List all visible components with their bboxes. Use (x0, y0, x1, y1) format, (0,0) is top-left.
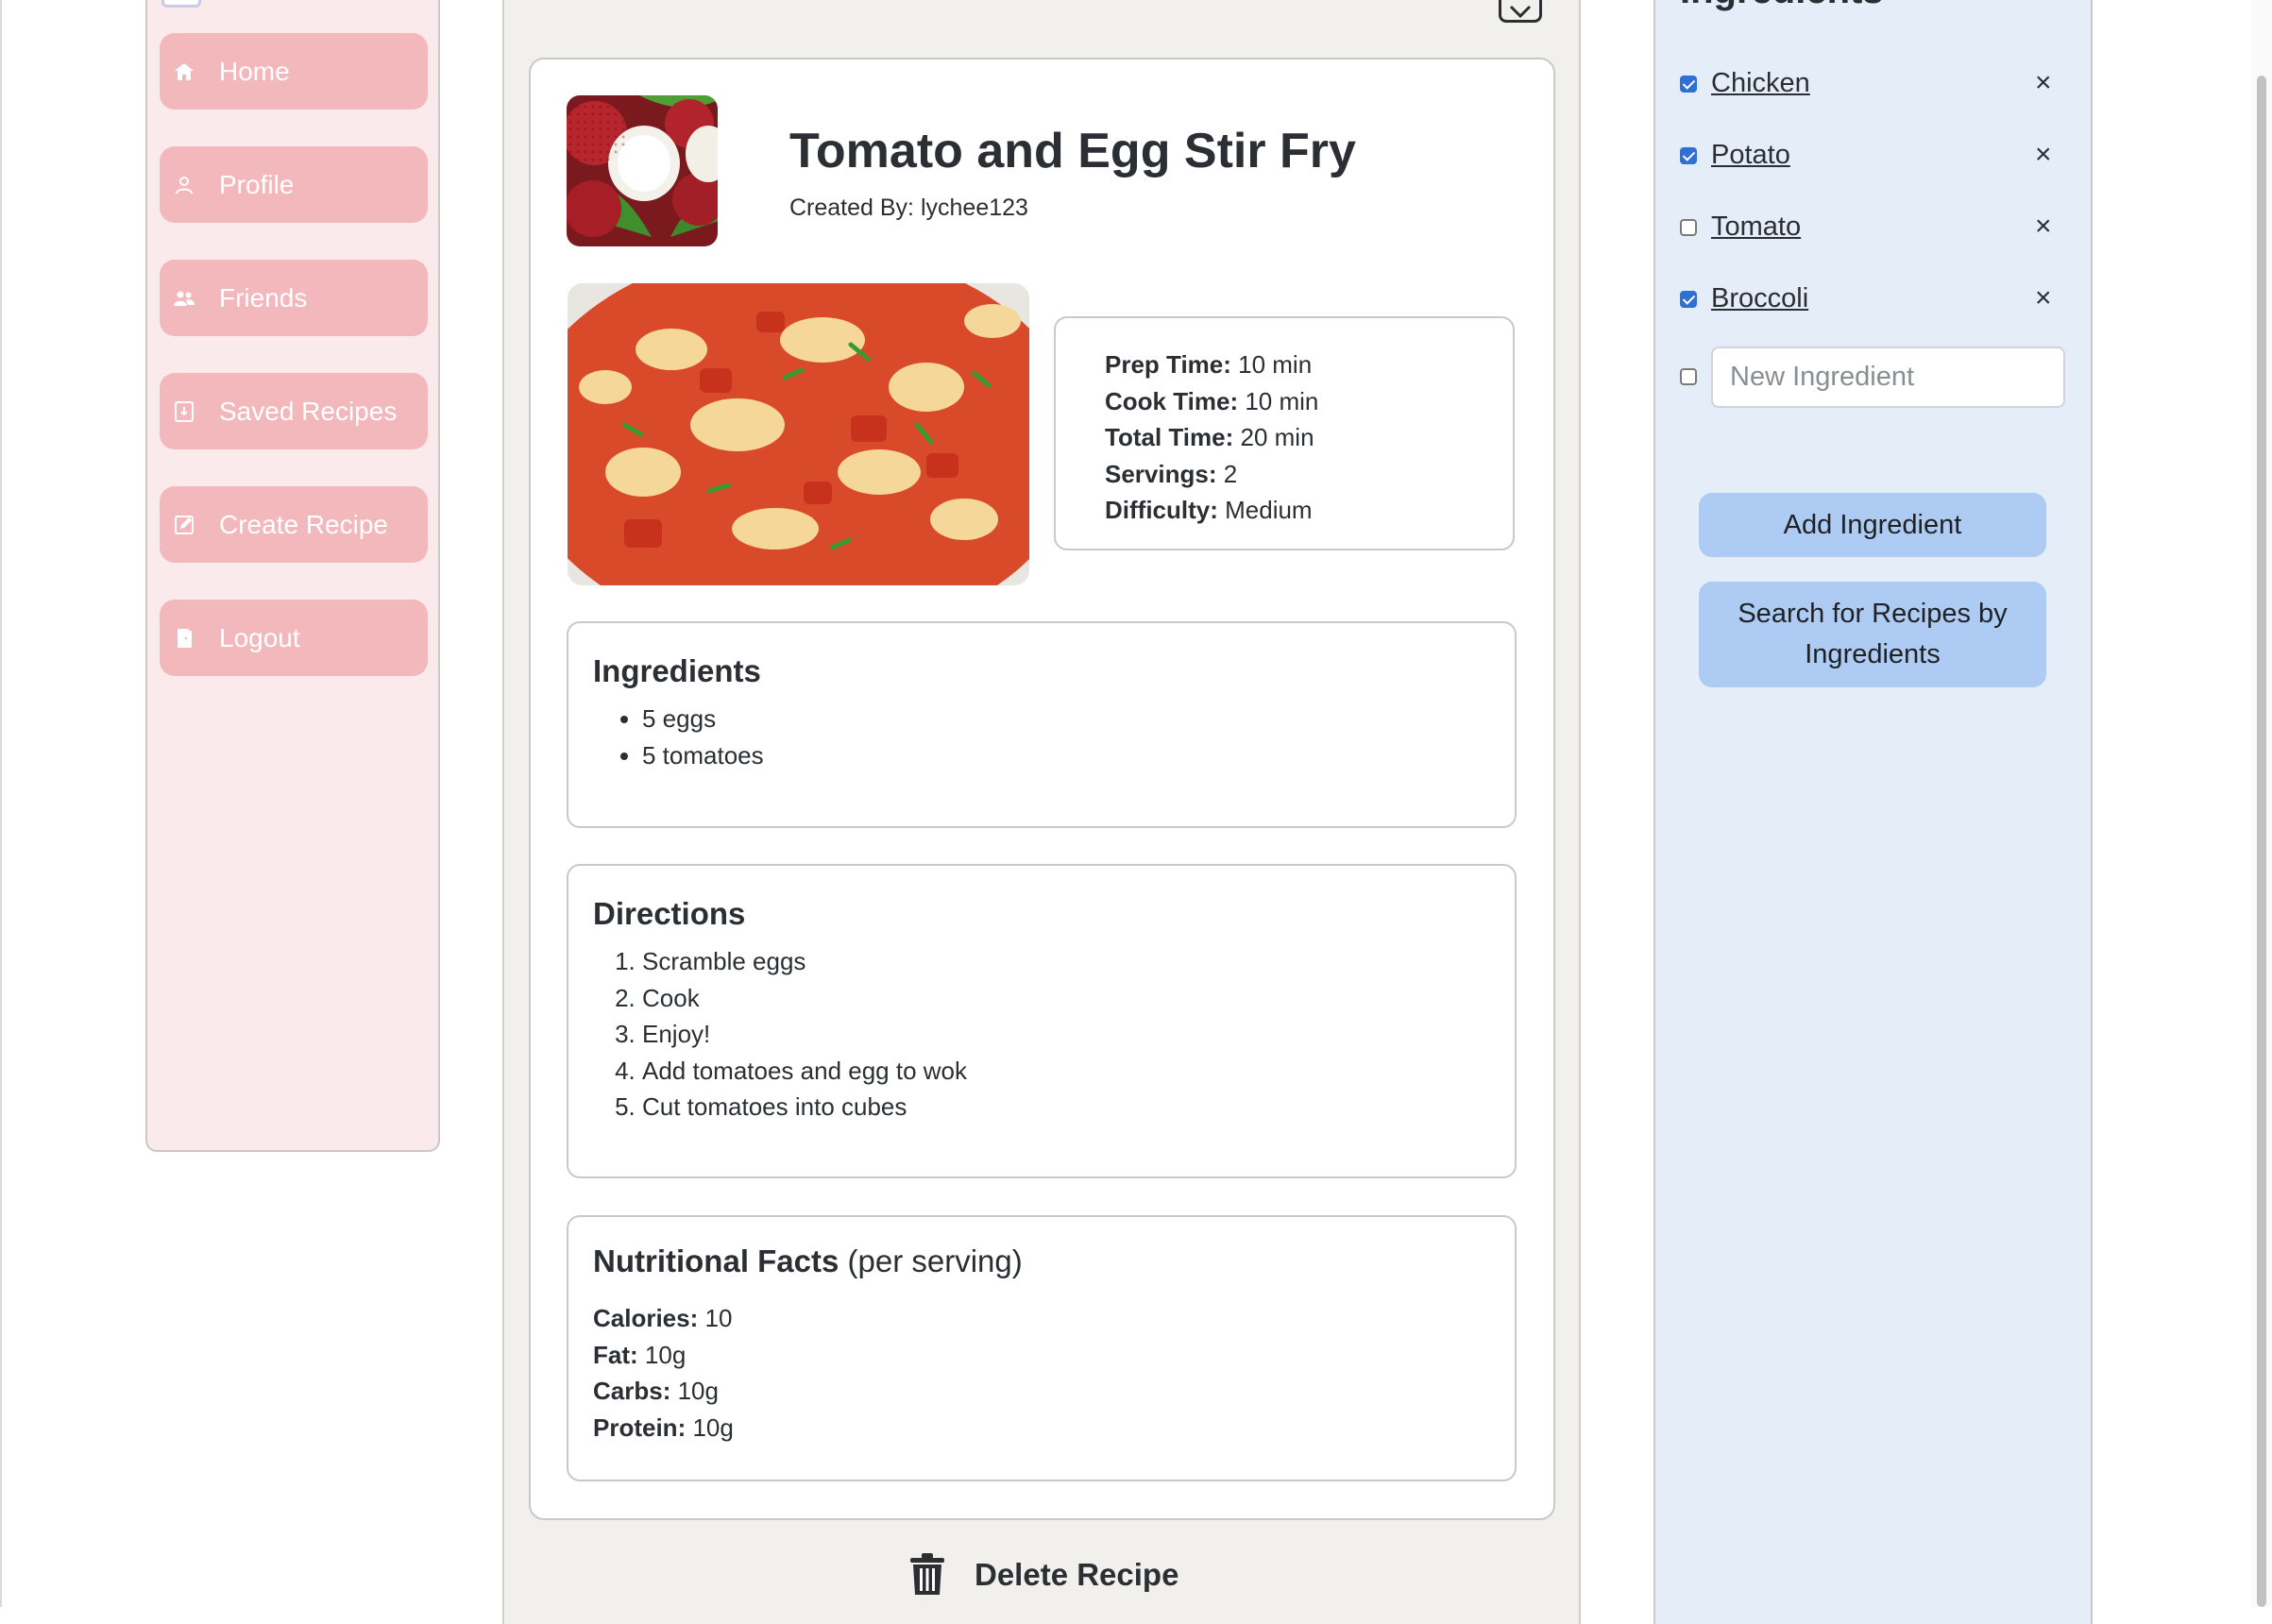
delete-recipe-button[interactable]: Delete Recipe (908, 1551, 1178, 1599)
ingredient-row-broccoli: Broccoli × (1680, 281, 2067, 319)
fat: Fat: 10g (593, 1340, 687, 1369)
servings: Servings: 2 (1105, 459, 1238, 488)
scrollbar-thumb[interactable] (2257, 76, 2266, 1607)
ingredients-section: Ingredients 5 eggs 5 tomatoes (567, 621, 1517, 828)
sidebar-item-label: Profile (219, 169, 295, 199)
window-edge (0, 0, 2, 1607)
trash-icon (910, 1553, 944, 1595)
list-item: 5 eggs (642, 701, 1490, 737)
close-button[interactable] (1499, 0, 1542, 23)
close-icon (1509, 5, 1532, 19)
recipe-photo (568, 283, 1029, 585)
sidebar-item-label: Logout (219, 622, 300, 652)
list-item: Scramble eggs (642, 943, 1490, 980)
new-ingredient-checkbox[interactable] (1680, 368, 1697, 385)
add-ingredient-button[interactable]: Add Ingredient (1699, 493, 2046, 557)
sidebar-item-label: Create Recipe (219, 509, 388, 539)
ingredient-row-chicken: Chicken × (1680, 66, 2067, 104)
sidebar-item-label: Home (219, 56, 290, 86)
friends-icon (173, 287, 195, 310)
ingredient-name[interactable]: Potato (1711, 140, 1790, 171)
difficulty: Difficulty: Medium (1105, 496, 1313, 524)
list-item: Enjoy! (642, 1016, 1490, 1053)
sidebar-logo-stub (161, 0, 201, 8)
cook-time: Cook Time: 10 min (1105, 386, 1319, 415)
sidebar-item-label: Friends (219, 282, 308, 313)
nutrition-section: Nutritional Facts (per serving) Calories… (567, 1215, 1517, 1481)
ingredient-name[interactable]: Tomato (1711, 211, 1801, 243)
total-time: Total Time: 20 min (1105, 423, 1314, 451)
recipe-author: Created By: lychee123 (789, 195, 1028, 221)
carbs: Carbs: 10g (593, 1377, 719, 1405)
list-item: Cook (642, 980, 1490, 1017)
ingredient-row-tomato: Tomato × (1680, 210, 2067, 247)
sidebar-item-profile[interactable]: Profile (160, 146, 428, 223)
panel-title: Ingredients (1680, 0, 1884, 12)
nutrition-heading: Nutritional Facts (per serving) (593, 1243, 1023, 1278)
calories: Calories: 10 (593, 1304, 733, 1332)
search-by-ingredients-button[interactable]: Search for Recipes by Ingredients (1699, 582, 2046, 687)
ingredient-checkbox[interactable] (1680, 147, 1697, 164)
list-item: Add tomatoes and egg to wok (642, 1053, 1490, 1090)
directions-section: Directions Scramble eggs Cook Enjoy! Add… (567, 864, 1517, 1178)
remove-ingredient-button[interactable]: × (2035, 138, 2052, 172)
door-icon (173, 627, 195, 650)
list-item: Cut tomatoes into cubes (642, 1089, 1490, 1125)
sidebar-item-create-recipe[interactable]: Create Recipe (160, 486, 428, 563)
ingredient-checkbox[interactable] (1680, 76, 1697, 93)
ingredient-name[interactable]: Chicken (1711, 68, 1810, 99)
creator-avatar (567, 95, 718, 246)
directions-heading: Directions (593, 896, 746, 931)
recipe-title: Tomato and Egg Stir Fry (789, 124, 1356, 178)
sidebar-item-home[interactable]: Home (160, 33, 428, 110)
list-item: 5 tomatoes (642, 737, 1490, 774)
sidebar-item-friends[interactable]: Friends (160, 260, 428, 336)
edit-icon (173, 514, 195, 536)
ingredient-checkbox[interactable] (1680, 291, 1697, 308)
ingredient-checkbox[interactable] (1680, 219, 1697, 236)
prep-time: Prep Time: 10 min (1105, 350, 1313, 379)
ingredients-heading: Ingredients (593, 653, 761, 688)
bookmark-icon (173, 400, 195, 423)
new-ingredient-input[interactable] (1711, 347, 2065, 408)
remove-ingredient-button[interactable]: × (2035, 66, 2052, 100)
ingredient-name[interactable]: Broccoli (1711, 283, 1808, 314)
remove-ingredient-button[interactable]: × (2035, 210, 2052, 244)
recipe-times: Prep Time: 10 min Cook Time: 10 min Tota… (1054, 316, 1515, 550)
sidebar-item-logout[interactable]: Logout (160, 600, 428, 676)
delete-recipe-label: Delete Recipe (975, 1557, 1179, 1592)
home-icon (173, 60, 195, 83)
protein: Protein: 10g (593, 1413, 734, 1442)
remove-ingredient-button[interactable]: × (2035, 281, 2052, 315)
user-icon (173, 174, 195, 196)
ingredient-row-potato: Potato × (1680, 138, 2067, 176)
sidebar-item-label: Saved Recipes (219, 396, 398, 426)
sidebar-item-saved-recipes[interactable]: Saved Recipes (160, 373, 428, 449)
